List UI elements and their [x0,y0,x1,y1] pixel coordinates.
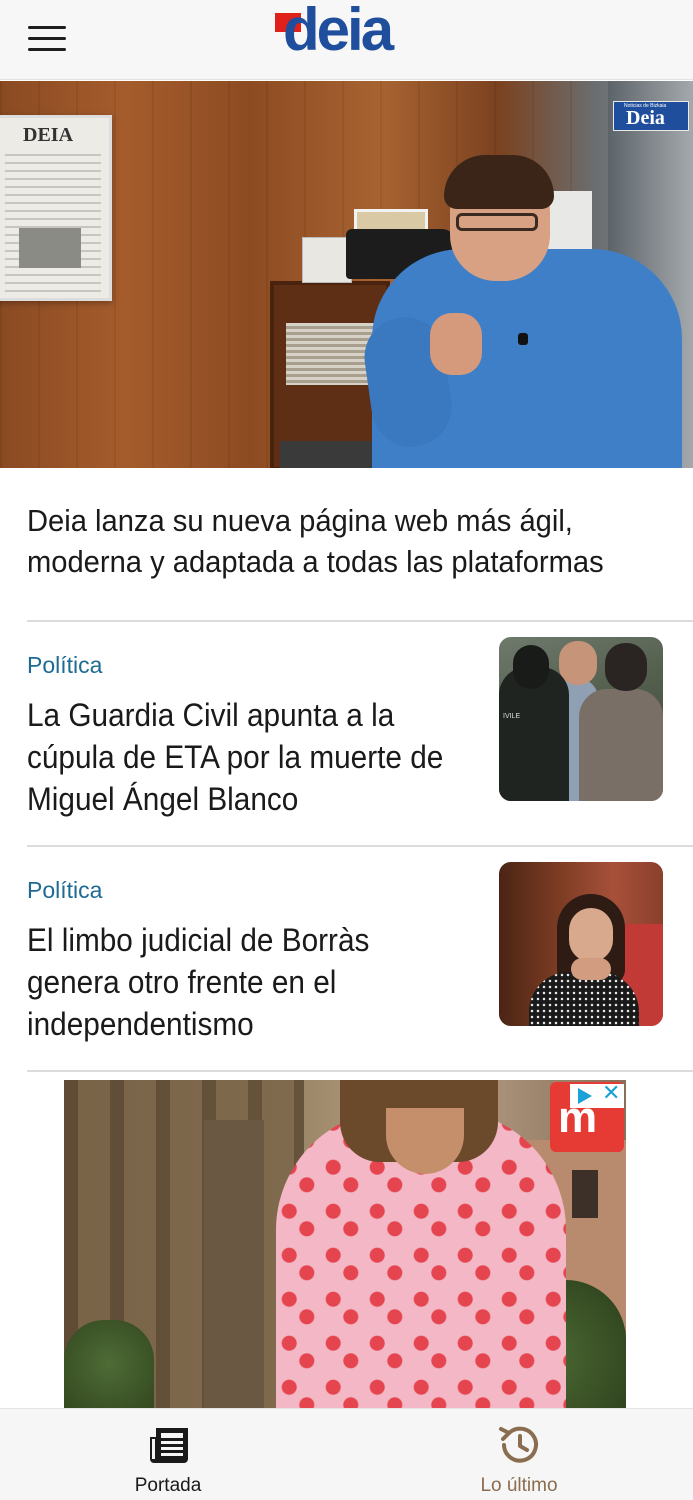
deia-logo[interactable]: deia [272,0,422,64]
article-category[interactable]: Política [27,877,102,904]
photo-figure [513,645,549,689]
app-header: deia [0,0,693,80]
photo-figure [569,908,613,962]
ad-close-icon[interactable]: ✕ [602,1082,620,1104]
newspaper-text-lines [5,154,101,294]
article-title[interactable]: La Guardia Civil apunta a la cúpula de E… [27,694,455,820]
article-category[interactable]: Política [27,652,102,679]
newspaper-photo [19,228,81,268]
newspaper-icon [150,1428,188,1463]
photo-figure [579,689,663,801]
photo-figure [559,641,597,685]
bottom-navigation: Portada Lo último [0,1408,693,1500]
photo-vest-text: IVILE [503,713,521,720]
menu-line [28,26,66,29]
lapel-microphone [518,333,528,345]
article-thumbnail[interactable] [499,862,663,1026]
article-title[interactable]: El limbo judicial de Borràs genera otro … [27,919,455,1045]
nav-tab-lo-ultimo[interactable]: Lo último [419,1409,619,1500]
divider [27,620,693,622]
article-card[interactable]: Política La Guardia Civil apunta a la cú… [0,637,693,862]
newspaper-title: DEIA [23,124,74,146]
nav-tab-portada[interactable]: Portada [68,1409,268,1500]
person-hair [444,155,554,209]
pointing-hand [430,313,482,375]
ad-pillar [204,1120,264,1408]
logo-text: deia [283,0,394,63]
article-thumbnail[interactable]: IVILE [499,637,663,801]
framed-newspaper: DEIA [0,115,112,301]
photo-figure [529,972,639,1026]
deia-video-badge: Noticias de Bizkaia Deia [613,101,689,131]
divider [27,845,693,847]
advertisement-banner[interactable]: m ✕ [64,1080,626,1408]
history-clock-icon [499,1426,538,1463]
person-glasses [456,213,538,231]
nav-label: Portada [134,1475,202,1496]
article-card[interactable]: Política El limbo judicial de Borràs gen… [0,862,693,1087]
ad-window [572,1170,598,1218]
nav-label: Lo último [480,1475,558,1496]
hamburger-menu-icon[interactable] [28,26,68,52]
ad-choices[interactable]: ✕ [570,1082,624,1108]
hero-headline[interactable]: Deia lanza su nueva página web más ágil,… [27,500,629,582]
storage-box [302,237,352,283]
menu-line [28,37,66,40]
menu-line [28,48,66,51]
hero-image[interactable]: DEIA Noticias de Bizkaia Deia [0,81,693,468]
divider [27,1070,693,1072]
ad-bush [64,1320,154,1408]
photo-figure [605,643,647,691]
photo-figure [571,958,611,980]
badge-title: Deia [626,107,665,129]
adchoices-play-icon[interactable] [578,1088,592,1104]
